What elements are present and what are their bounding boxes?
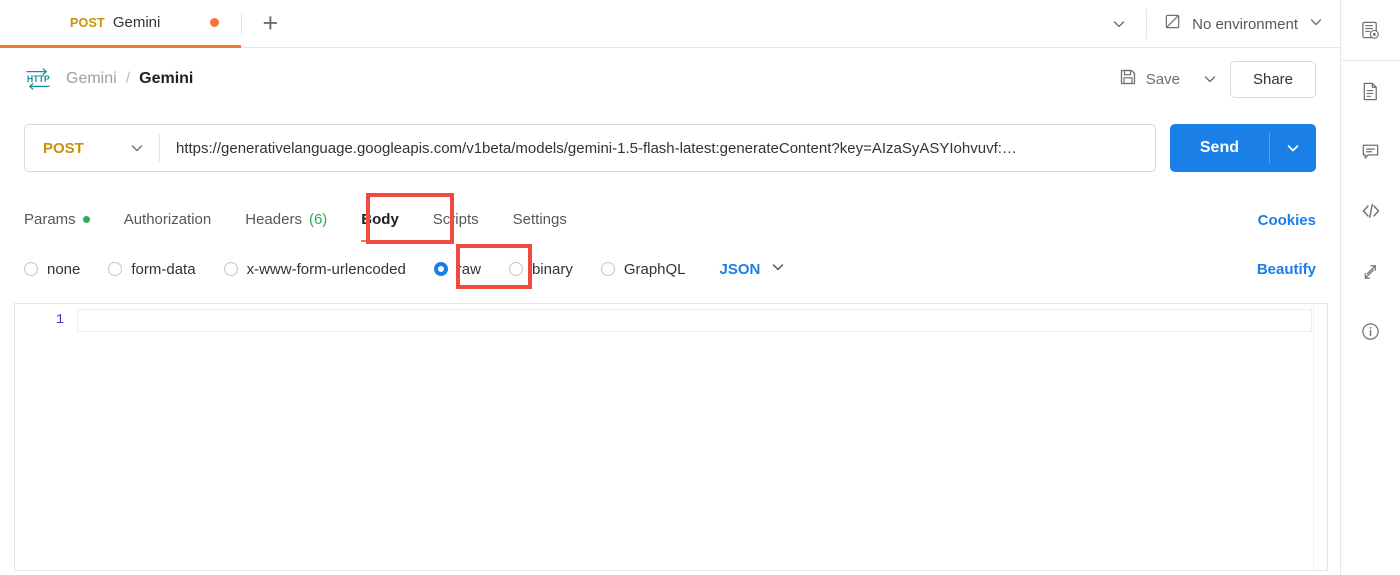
body-type-form-data[interactable]: form-data — [108, 260, 196, 278]
environment-name: No environment — [1192, 15, 1298, 33]
body-type-binary[interactable]: binary — [508, 260, 573, 278]
radio-raw-selected-icon — [433, 262, 448, 276]
headers-count: (6) — [308, 211, 328, 228]
send-options-chevron-icon[interactable] — [1270, 124, 1316, 172]
http-protocol-icon: HTTP — [24, 67, 52, 91]
editor-code-area[interactable] — [77, 304, 1327, 570]
line-number: 1 — [55, 313, 64, 328]
save-label: Save — [1145, 70, 1180, 88]
url-input[interactable]: https://generativelanguage.googleapis.co… — [160, 125, 1155, 171]
body-type-row: none form-data x-www-form-urlencoded raw… — [0, 244, 1340, 294]
body-type-raw[interactable]: raw — [433, 260, 481, 278]
tab-strip-spacer — [298, 0, 1092, 47]
tab-settings[interactable]: Settings — [513, 198, 567, 242]
breadcrumb-request-name[interactable]: Gemini — [139, 70, 193, 88]
request-tab-method: POST — [70, 15, 105, 30]
comments-icon[interactable] — [1341, 121, 1400, 181]
tab-body[interactable]: Body — [361, 198, 399, 242]
radio-binary-icon — [508, 262, 523, 276]
request-runner-icon[interactable] — [1341, 241, 1400, 301]
tab-authorization-label: Authorization — [123, 211, 212, 228]
url-bar-row: POST https://generativelanguage.googleap… — [0, 110, 1340, 186]
svg-text:HTTP: HTTP — [27, 74, 50, 84]
unsaved-dot-icon — [210, 18, 220, 27]
floppy-disk-icon — [1119, 68, 1137, 91]
documentation-icon[interactable] — [1341, 61, 1400, 121]
tab-settings-label: Settings — [512, 211, 567, 228]
tab-params[interactable]: Params — [24, 198, 90, 242]
save-options-chevron-icon[interactable] — [1190, 63, 1230, 95]
no-environment-icon — [1163, 12, 1182, 36]
tab-headers[interactable]: Headers (6) — [245, 198, 327, 242]
environment-quick-look-icon[interactable] — [1341, 0, 1400, 60]
body-type-urlencoded[interactable]: x-www-form-urlencoded — [223, 260, 406, 278]
beautify-link[interactable]: Beautify — [1257, 261, 1316, 278]
tab-scripts-label: Scripts — [432, 211, 479, 228]
send-button[interactable]: Send — [1170, 124, 1269, 172]
body-type-form-data-label: form-data — [131, 260, 196, 278]
request-tab-strip: POST Gemini + No environment — [0, 0, 1340, 48]
editor-vertical-scrollbar[interactable] — [1313, 304, 1327, 570]
body-type-urlencoded-label: x-www-form-urlencoded — [246, 260, 406, 278]
radio-none-icon — [24, 262, 38, 276]
radio-form-data-icon — [108, 262, 123, 276]
environment-selector[interactable]: No environment — [1147, 0, 1340, 48]
body-type-binary-label: binary — [531, 260, 573, 278]
cookies-link[interactable]: Cookies — [1258, 212, 1316, 229]
tab-authorization[interactable]: Authorization — [124, 198, 212, 242]
info-icon[interactable] — [1341, 301, 1400, 361]
tab-headers-label: Headers — [245, 211, 302, 228]
http-method-value: POST — [43, 139, 84, 157]
body-format-chevron-down-icon — [770, 259, 786, 280]
url-bar: POST https://generativelanguage.googleap… — [24, 124, 1156, 172]
environment-chevron-down-icon[interactable] — [1308, 14, 1324, 35]
request-section-tabs: Params Authorization Headers (6) Body Sc… — [0, 196, 1340, 244]
body-type-graphql-label: GraphQL — [623, 260, 686, 278]
body-type-none[interactable]: none — [24, 261, 80, 278]
share-button[interactable]: Share — [1229, 60, 1316, 98]
raw-body-editor[interactable]: 1 — [14, 303, 1328, 571]
editor-line-numbers: 1 — [15, 304, 77, 570]
method-chevron-down-icon — [129, 140, 145, 156]
body-format-value: JSON — [719, 260, 761, 278]
tab-body-label: Body — [361, 211, 399, 228]
radio-graphql-icon — [600, 262, 615, 276]
save-button[interactable]: Save — [1109, 61, 1190, 98]
tab-scripts[interactable]: Scripts — [433, 198, 479, 242]
postman-request-builder: POST Gemini + No environment HTTP Gemini… — [0, 0, 1400, 575]
request-tab-gemini[interactable]: POST Gemini — [0, 0, 242, 48]
breadcrumb-collection[interactable]: Gemini — [66, 70, 117, 88]
body-type-raw-label: raw — [456, 260, 481, 278]
editor-active-line[interactable] — [77, 309, 1312, 332]
body-type-graphql[interactable]: GraphQL — [600, 260, 686, 278]
right-sidebar-rail — [1340, 0, 1400, 575]
request-tab-title: Gemini — [112, 14, 161, 31]
radio-urlencoded-icon — [223, 262, 238, 276]
body-format-selector[interactable]: JSON — [720, 259, 787, 280]
code-snippet-icon[interactable] — [1341, 181, 1400, 241]
breadcrumb-bar: HTTP Gemini / Gemini Save Share — [0, 48, 1340, 110]
params-active-dot-icon — [82, 216, 90, 223]
breadcrumb-separator: / — [125, 70, 131, 87]
send-button-group: Send — [1169, 124, 1316, 172]
tab-params-label: Params — [24, 211, 76, 228]
http-method-selector[interactable]: POST — [25, 125, 159, 171]
tab-list-chevron-icon[interactable] — [1092, 0, 1146, 47]
body-type-none-label: none — [47, 260, 81, 278]
new-tab-button[interactable]: + — [242, 0, 298, 47]
